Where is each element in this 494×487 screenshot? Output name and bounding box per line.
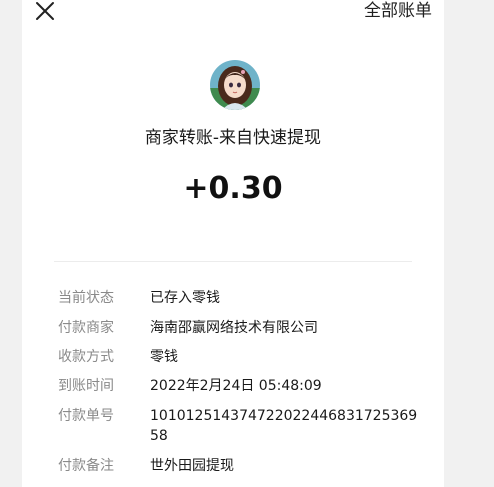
detail-label: 付款单号 — [58, 408, 114, 424]
detail-label: 当前状态 — [58, 290, 114, 306]
close-button[interactable] — [34, 0, 56, 22]
merchant-transfer-title: 商家转账-来自快速提现 — [144, 128, 322, 148]
detail-label: 收款方式 — [58, 349, 114, 365]
order-number-value: 10101251437472202244683172536958 — [150, 408, 418, 444]
receive-method-value: 零钱 — [150, 349, 178, 365]
detail-label: 付款商家 — [58, 320, 114, 336]
payer-merchant-value: 海南邵赢网络技术有限公司 — [150, 320, 318, 336]
avatar-icon — [210, 60, 260, 110]
status-value: 已存入零钱 — [150, 290, 220, 306]
transfer-amount: +0.30 — [183, 171, 283, 206]
remark-value: 世外田园提现 — [150, 458, 234, 474]
merchant-avatar — [210, 60, 260, 110]
detail-label: 到账时间 — [58, 378, 114, 394]
arrival-time-value: 2022年2月24日 05:48:09 — [150, 378, 322, 394]
all-bills-link[interactable]: 全部账单 — [364, 0, 432, 22]
divider — [54, 261, 412, 262]
close-icon[interactable] — [34, 0, 56, 22]
detail-label: 付款备注 — [58, 458, 114, 474]
transfer-detail-page: 全部账单 商家转账-来自快速提现 +0.30 当前状态 已存入零钱 付款商家 海… — [22, 0, 444, 487]
